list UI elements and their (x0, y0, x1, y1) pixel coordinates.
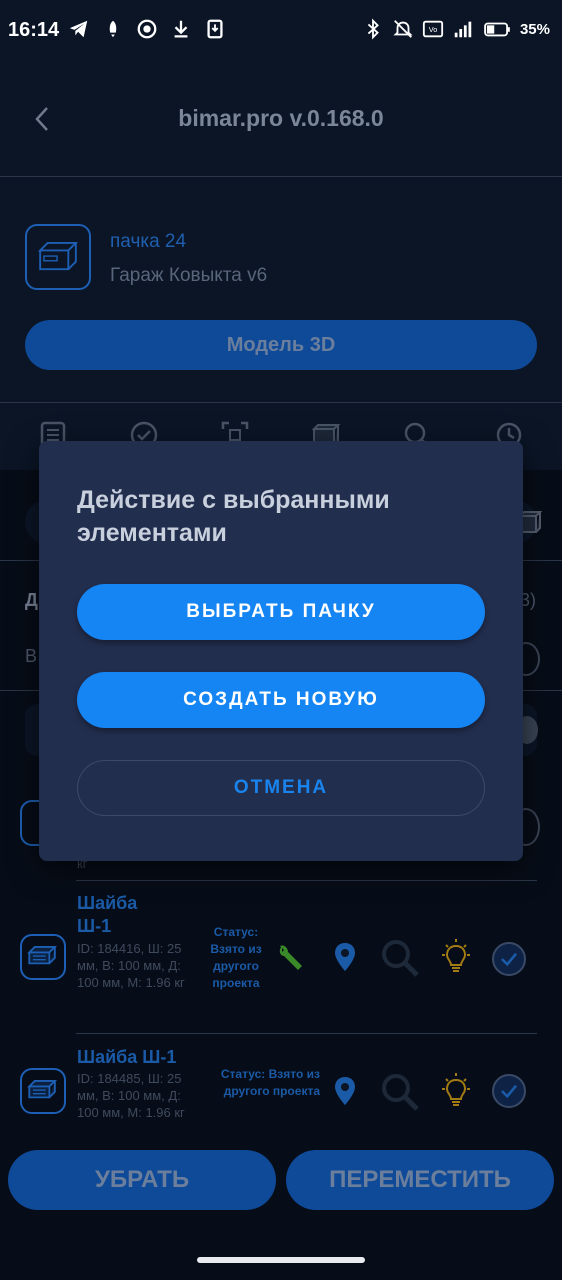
header-divider (0, 176, 562, 177)
list-item[interactable]: Шайба Ш-1 ID: 184416, Ш: 25 мм, В: 100 м… (0, 890, 562, 1030)
lightbulb-icon[interactable] (436, 1070, 476, 1110)
search-icon[interactable] (380, 938, 420, 978)
location-icon[interactable] (328, 1074, 362, 1108)
app-bar: bimar.pro v.0.168.0 (0, 62, 562, 176)
list-item[interactable]: Шайба Ш-1 ID: 184485, Ш: 25 мм, В: 100 м… (0, 1042, 562, 1142)
dialog-title: Действие с выбранными элементами (77, 486, 390, 547)
washer-icon (20, 934, 66, 980)
section-label: Д (25, 590, 38, 610)
mute-icon (393, 20, 413, 38)
status-time: 16:14 (8, 19, 60, 41)
battery-icon (484, 22, 510, 37)
item-description: ID: 184485, Ш: 25 мм, В: 100 мм, Д: 100 … (77, 1071, 185, 1120)
item-checkbox[interactable] (492, 942, 526, 976)
model-3d-button[interactable]: Модель 3D (25, 320, 537, 370)
action-dialog: Действие с выбранными элементами ВЫБРАТЬ… (39, 441, 523, 861)
location-icon[interactable] (328, 940, 362, 974)
package-icon (25, 224, 91, 290)
bluetooth-icon (367, 18, 379, 40)
app-title: bimar.pro v.0.168.0 (178, 105, 384, 131)
row-label: В (25, 646, 38, 666)
item-divider (76, 1033, 537, 1034)
battery-percent: 35% (519, 20, 550, 38)
item-name: Шайба Ш-1 (77, 893, 138, 936)
card-divider (0, 402, 562, 403)
item-status: Статус: Взято из другого проекта (210, 925, 262, 990)
save-icon (207, 19, 223, 39)
signal-icon (454, 21, 472, 38)
item-name: Шайба Ш-1 (77, 1047, 177, 1067)
cancel-button[interactable]: ОТМЕНА (77, 760, 485, 816)
status-bar: 16:14 Vo 35% (0, 0, 562, 62)
item-status: Статус: Взято из другого проекта (220, 1067, 320, 1098)
home-indicator[interactable] (197, 1257, 365, 1263)
washer-icon (20, 1068, 66, 1114)
project-subtitle: Гараж Ковыкта v6 (110, 265, 268, 286)
search-icon[interactable] (380, 1072, 420, 1112)
telegram-icon (69, 20, 88, 38)
remove-button[interactable]: УБРАТЬ (8, 1150, 276, 1210)
volte-icon: Vo (422, 20, 444, 38)
item-checkbox[interactable] (492, 1074, 526, 1108)
select-pack-button[interactable]: ВЫБРАТЬ ПАЧКУ (77, 584, 485, 640)
lightbulb-icon[interactable] (436, 936, 476, 976)
project-title[interactable]: пачка 24 (110, 231, 186, 253)
item-description: ID: 184416, Ш: 25 мм, В: 100 мм, Д: 100 … (77, 941, 185, 990)
download-icon (174, 20, 188, 38)
wrench-icon[interactable] (274, 940, 308, 974)
status-left-icons (68, 18, 226, 40)
create-new-button[interactable]: СОЗДАТЬ НОВУЮ (77, 672, 485, 728)
item-divider (76, 880, 537, 881)
record-icon (137, 19, 157, 39)
svg-text:Vo: Vo (429, 25, 438, 34)
status-right-icons: Vo 35% (362, 18, 550, 40)
notification-icon (109, 20, 117, 38)
move-button[interactable]: ПЕРЕМЕСТИТЬ (286, 1150, 554, 1210)
